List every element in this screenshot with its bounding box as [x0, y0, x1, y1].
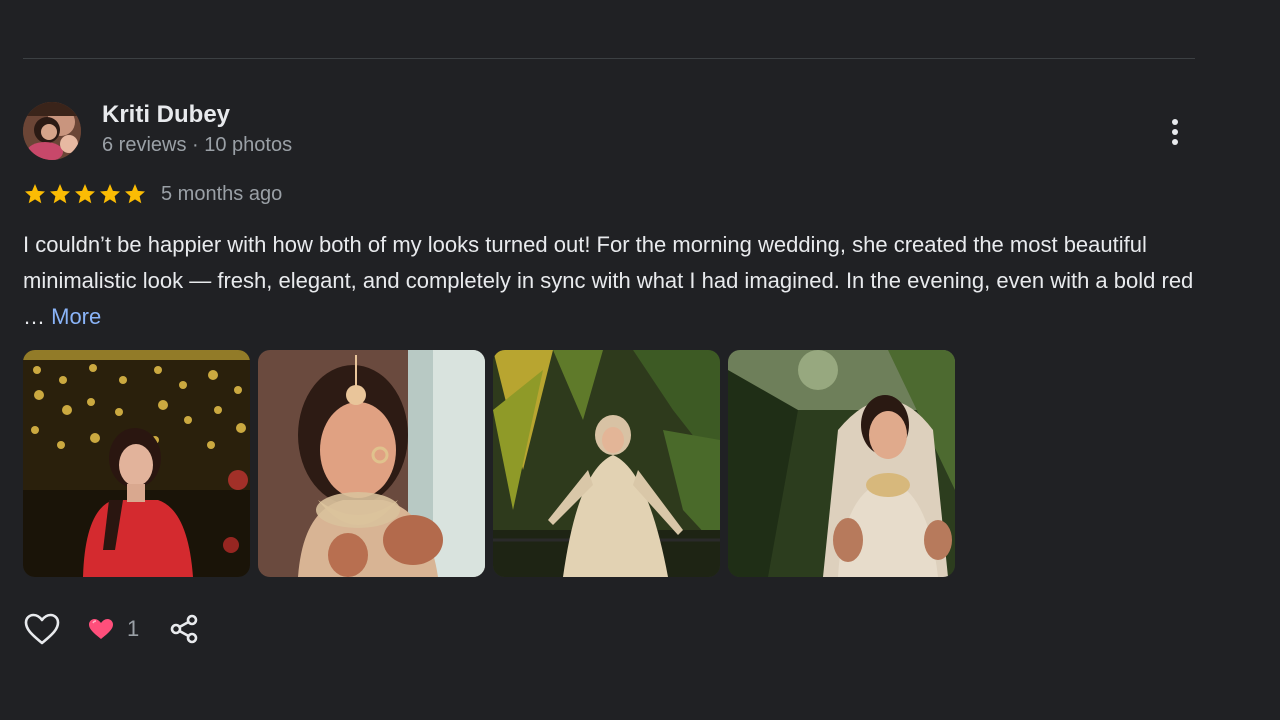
star-icon — [100, 184, 120, 204]
avatar[interactable] — [23, 102, 81, 160]
review-photo[interactable] — [728, 350, 955, 577]
heart-outline-icon[interactable] — [23, 610, 61, 648]
photo-strip — [23, 350, 955, 577]
more-vert-icon[interactable] — [1160, 112, 1190, 152]
reaction-count: 1 — [127, 616, 140, 641]
star-icon — [125, 184, 145, 204]
review-photo[interactable] — [493, 350, 720, 577]
review-card: Kriti Dubey 6 reviews · 10 photos 5 mont… — [0, 0, 1280, 720]
review-photo[interactable] — [258, 350, 485, 577]
star-icon — [75, 184, 95, 204]
star-rating — [23, 182, 147, 206]
star-icon — [50, 184, 70, 204]
divider — [23, 58, 1195, 59]
share-icon[interactable] — [167, 612, 201, 646]
rating-row: 5 months ago — [23, 179, 282, 209]
review-time: 5 months ago — [161, 182, 283, 205]
review-body: I couldn’t be happier with how both of m… — [23, 232, 1194, 329]
star-icon — [25, 184, 45, 204]
action-bar: 1 — [23, 610, 201, 648]
more-link[interactable]: More — [51, 304, 101, 329]
heart-filled-icon — [89, 619, 113, 639]
reviewer-name[interactable]: Kriti Dubey — [102, 101, 230, 129]
reviewer-meta: 6 reviews · 10 photos — [102, 134, 293, 156]
review-text: I couldn’t be happier with how both of m… — [23, 227, 1213, 335]
review-photo[interactable] — [23, 350, 250, 577]
reaction-count-button[interactable]: 1 — [87, 616, 139, 642]
